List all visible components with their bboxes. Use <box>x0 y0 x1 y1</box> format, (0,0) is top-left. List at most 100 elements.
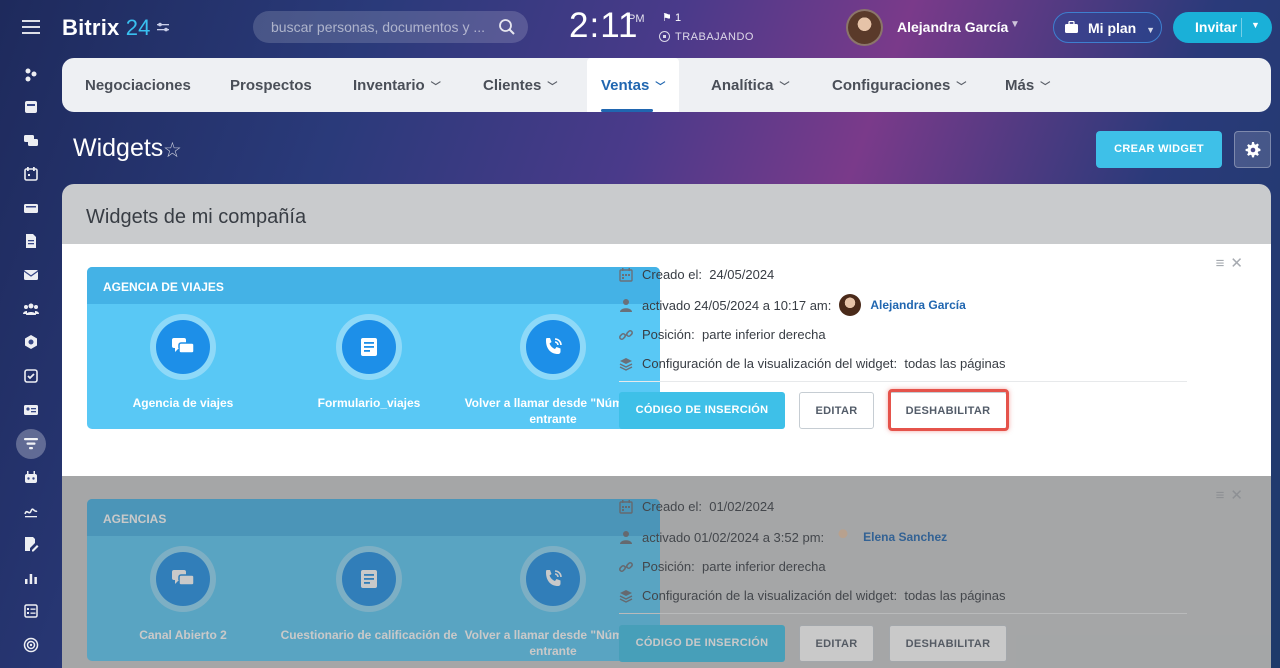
settings-sliders-icon[interactable] <box>156 20 170 34</box>
gear-icon <box>1245 141 1260 157</box>
drag-handle-icon[interactable]: ≡ <box>1216 255 1231 272</box>
menu-toggle-icon[interactable] <box>22 20 40 34</box>
menu-item-prospectos[interactable]: Prospectos <box>230 58 312 112</box>
flag-counter[interactable]: ⚑ 1 <box>662 11 681 24</box>
insertion-code-button[interactable]: CÓDIGO DE INSERCIÓN <box>619 392 785 429</box>
clock-ampm: PM <box>628 13 645 25</box>
automation-icon[interactable] <box>18 464 44 490</box>
info-display: Configuración de la visualización del wi… <box>619 588 1006 603</box>
menu-item-analitica[interactable]: Analítica ﹀ <box>711 58 790 112</box>
drag-handle-icon[interactable]: ≡ <box>1216 487 1231 504</box>
chat-icon[interactable] <box>18 128 44 154</box>
widget-preview-title: AGENCIAS <box>87 499 660 536</box>
menu-item-negociaciones[interactable]: Negociaciones <box>85 58 191 112</box>
star-icon[interactable]: ☆ <box>163 138 182 163</box>
flag-icon: ⚑ <box>662 12 672 24</box>
chevron-down-icon: ﹀ <box>547 82 558 93</box>
create-widget-button[interactable]: CREAR WIDGET <box>1096 131 1222 168</box>
info-activated: activado 24/05/2024 a 10:17 am: Alejandr… <box>619 294 966 316</box>
chat-bubbles-icon <box>172 338 195 354</box>
layers-icon <box>619 357 633 371</box>
search-input[interactable]: buscar personas, documentos y ... <box>253 11 528 43</box>
preview-item-callback: Volver a llamar desde "Número entrante <box>463 546 643 659</box>
close-icon[interactable]: ✕ <box>1230 487 1249 504</box>
link-icon <box>619 560 633 574</box>
divider <box>619 381 1187 382</box>
form-icon <box>361 338 377 356</box>
drive-icon[interactable] <box>18 195 44 221</box>
menu-item-ventas[interactable]: Ventas ﹀ <box>587 58 680 112</box>
chevron-down-icon[interactable]: ▼ <box>1251 20 1260 30</box>
preview-item-openline: Canal Abierto 2 <box>93 546 273 643</box>
briefcase-icon <box>1065 21 1078 33</box>
main-menu: Negociaciones Prospectos Inventario ﹀ Cli… <box>62 58 1271 112</box>
checklist-icon[interactable] <box>18 598 44 624</box>
top-bar: Bitrix 24 buscar personas, documentos y … <box>0 0 1280 56</box>
widget-preview-title: AGENCIA DE VIAJES <box>87 267 660 304</box>
chevron-down-icon: ﹀ <box>1040 82 1051 93</box>
edit-button[interactable]: EDITAR <box>799 392 874 429</box>
menu-item-inventario[interactable]: Inventario ﹀ <box>353 58 441 112</box>
close-icon[interactable]: ✕ <box>1230 255 1249 272</box>
link-icon <box>619 328 633 342</box>
person-icon <box>619 298 633 312</box>
calendar-icon <box>619 499 633 514</box>
page-title: Widgets <box>73 134 164 162</box>
sites-icon[interactable] <box>18 62 44 88</box>
menu-item-configuraciones[interactable]: Configuraciones ﹀ <box>832 58 966 112</box>
phone-callback-icon <box>546 570 562 586</box>
invite-button[interactable]: Invitar ▼ <box>1173 12 1272 43</box>
user-link[interactable]: Alejandra García <box>870 298 965 312</box>
divider <box>619 613 1187 614</box>
user-avatar[interactable] <box>846 9 883 46</box>
info-position: Posición: parte inferior derecha <box>619 559 826 574</box>
clock-time[interactable]: 2:11 <box>569 6 639 46</box>
preview-item-openline: Agencia de viajes <box>93 314 273 411</box>
info-created: Creado el: 24/05/2024 <box>619 267 774 282</box>
mail-icon[interactable] <box>18 262 44 288</box>
user-avatar <box>832 526 855 548</box>
chevron-down-icon: ﹀ <box>430 82 441 93</box>
user-name[interactable]: Alejandra García <box>897 19 1008 35</box>
signature-icon[interactable] <box>18 498 44 524</box>
settings-button[interactable] <box>1234 131 1271 168</box>
form-icon <box>361 570 377 588</box>
crm-funnel-icon[interactable] <box>16 429 46 459</box>
card-controls: ≡✕ <box>1216 486 1249 504</box>
chevron-down-icon: ﹀ <box>655 82 666 93</box>
widget-preview[interactable]: AGENCIAS Canal Abierto 2 Cuestionario de… <box>87 499 660 661</box>
chevron-down-icon[interactable]: ▼ <box>1010 19 1020 30</box>
person-icon <box>619 530 633 544</box>
calendar-icon <box>619 267 633 282</box>
analytics-icon[interactable] <box>18 565 44 591</box>
goal-icon[interactable] <box>18 632 44 658</box>
chevron-down-icon: ▼ <box>1146 25 1156 35</box>
edit-document-icon[interactable] <box>18 531 44 557</box>
phone-callback-icon <box>546 338 562 354</box>
menu-item-mas[interactable]: Más ﹀ <box>1005 58 1050 112</box>
work-status[interactable]: TRABAJANDO <box>659 31 754 43</box>
preview-item-callback: Volver a llamar desde "Número entrante <box>463 314 643 427</box>
disable-button[interactable]: DESHABILITAR <box>889 625 1007 662</box>
section-title: Widgets de mi compañía <box>86 206 307 228</box>
edit-button[interactable]: EDITAR <box>799 625 874 662</box>
menu-item-clientes[interactable]: Clientes ﹀ <box>483 58 557 112</box>
feed-icon[interactable] <box>18 94 44 120</box>
documents-icon[interactable] <box>18 228 44 254</box>
employees-icon[interactable] <box>18 296 44 322</box>
user-link[interactable]: Elena Sanchez <box>863 530 947 544</box>
hexagon-icon[interactable] <box>18 329 44 355</box>
search-icon[interactable] <box>498 18 516 36</box>
highlight-box <box>888 389 1009 431</box>
tasks-icon[interactable] <box>18 363 44 389</box>
app-logo[interactable]: Bitrix 24 <box>62 15 151 41</box>
widget-preview[interactable]: AGENCIA DE VIAJES Agencia de viajes Form… <box>87 267 660 429</box>
calendar-icon[interactable] <box>18 161 44 187</box>
stop-icon <box>659 31 670 42</box>
contact-center-icon[interactable] <box>18 397 44 423</box>
insertion-code-button[interactable]: CÓDIGO DE INSERCIÓN <box>619 625 785 662</box>
info-position: Posición: parte inferior derecha <box>619 327 826 342</box>
info-display: Configuración de la visualización del wi… <box>619 356 1006 371</box>
info-activated: activado 01/02/2024 a 3:52 pm: Elena San… <box>619 526 947 548</box>
chevron-down-icon: ﹀ <box>779 82 790 93</box>
